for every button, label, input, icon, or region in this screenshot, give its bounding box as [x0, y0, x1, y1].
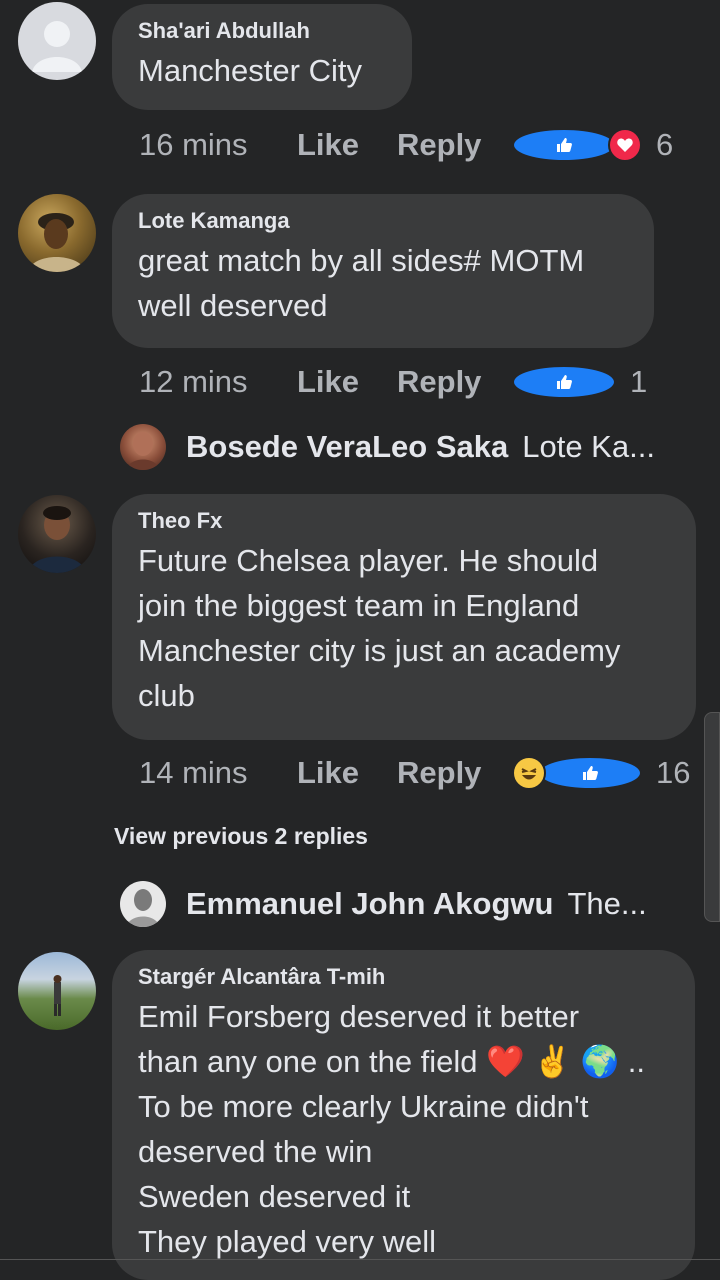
reply-button[interactable]: Reply [397, 127, 512, 163]
default-avatar-icon [32, 21, 82, 72]
reaction-count[interactable]: 16 [656, 755, 690, 791]
comment-text: great match by all sides# MOTM [138, 243, 585, 278]
avatar[interactable] [18, 495, 96, 573]
comment-author[interactable]: Theo Fx [138, 508, 670, 534]
comment-time[interactable]: 16 mins [139, 127, 297, 163]
reaction-count[interactable]: 6 [656, 127, 673, 163]
comment-text: Manchester City [138, 53, 362, 88]
comment-time[interactable]: 14 mins [139, 755, 297, 791]
reactions[interactable] [512, 365, 616, 399]
comment-actions: 12 mins Like Reply 1 [139, 364, 647, 400]
comment-text: Future Chelsea player. He should [138, 543, 599, 578]
comment-author[interactable]: Sha'ari Abdullah [138, 18, 386, 44]
comment-bubble[interactable]: Sha'ari Abdullah Manchester City [112, 4, 412, 110]
comment-text: club [138, 678, 195, 713]
comment-bubble[interactable]: Stargér Alcantâra T-mih Emil Forsberg de… [112, 950, 695, 1280]
reply-button[interactable]: Reply [397, 755, 512, 791]
avatar[interactable] [120, 881, 166, 927]
comment-time[interactable]: 12 mins [139, 364, 297, 400]
comment-actions: 14 mins Like Reply 16 [139, 755, 690, 791]
avatar[interactable] [18, 952, 96, 1030]
comment-author[interactable]: Stargér Alcantâra T-mih [138, 964, 669, 990]
comment-bubble[interactable]: Lote Kamanga great match by all sides# M… [112, 194, 654, 348]
reactions[interactable] [512, 756, 642, 790]
reply-preview[interactable]: Bosede VeraLeo Saka Lote Ka... [120, 424, 655, 470]
profile-photo-icon [28, 506, 86, 573]
profile-photo-icon [53, 975, 62, 1016]
reply-preview[interactable]: Emmanuel John Akogwu The... [120, 881, 647, 927]
reactions[interactable] [512, 128, 642, 162]
reply-author[interactable]: Bosede VeraLeo Saka [186, 429, 508, 465]
comment-actions: 16 mins Like Reply 6 [139, 127, 673, 163]
comment-text: deserved the win [138, 1134, 373, 1169]
profile-photo-icon [126, 889, 160, 927]
comment-text: than any one on the field ❤️ ✌️ 🌍 .. [138, 1044, 646, 1079]
like-button[interactable]: Like [297, 364, 397, 400]
comment-text: Sweden deserved it [138, 1179, 411, 1214]
reply-author[interactable]: Emmanuel John Akogwu [186, 886, 553, 922]
avatar[interactable] [120, 424, 166, 470]
comment-text: To be more clearly Ukraine didn't [138, 1089, 589, 1124]
like-icon [512, 128, 616, 162]
like-icon [512, 365, 616, 399]
profile-photo-icon [28, 213, 86, 272]
comment-text: Emil Forsberg deserved it better [138, 999, 580, 1034]
comment-bubble[interactable]: Theo Fx Future Chelsea player. He should… [112, 494, 696, 740]
comment-text: They played very well [138, 1224, 437, 1259]
reply-button[interactable]: Reply [397, 364, 512, 400]
comment-text: Manchester city is just an academy [138, 633, 621, 668]
haha-icon [512, 756, 546, 790]
avatar[interactable] [18, 194, 96, 272]
reply-text-preview: Lote Ka... [522, 429, 655, 464]
reply-text-preview: The... [567, 886, 647, 921]
divider [0, 1259, 720, 1260]
profile-photo-icon [126, 432, 160, 470]
like-button[interactable]: Like [297, 127, 397, 163]
comment-text: join the biggest team in England [138, 588, 580, 623]
comment-author[interactable]: Lote Kamanga [138, 208, 628, 234]
scrollbar[interactable] [704, 712, 720, 922]
like-button[interactable]: Like [297, 755, 397, 791]
like-icon [538, 756, 642, 790]
comment-text: well deserved [138, 288, 328, 323]
avatar[interactable] [18, 2, 96, 80]
reaction-count[interactable]: 1 [630, 364, 647, 400]
view-previous-replies-link[interactable]: View previous 2 replies [114, 823, 368, 850]
love-icon [608, 128, 642, 162]
